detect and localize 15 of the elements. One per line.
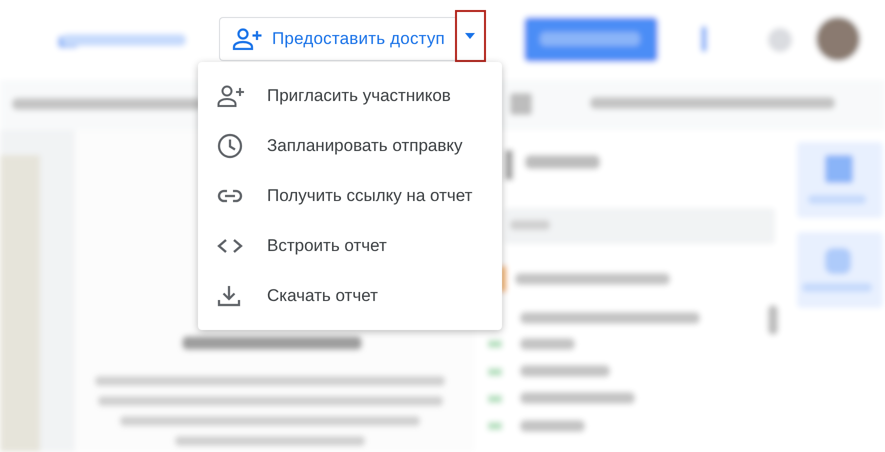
- person-add-icon: [217, 85, 245, 107]
- person-add-icon: [232, 28, 262, 50]
- share-label: Предоставить доступ: [272, 28, 445, 50]
- menu-item[interactable]: Запланировать отправку: [198, 121, 502, 171]
- clock-icon: [217, 133, 243, 159]
- link-icon: [217, 189, 243, 203]
- download-icon: [217, 285, 241, 307]
- code-icon: [217, 238, 243, 254]
- menu-item[interactable]: Пригласить участников: [198, 71, 502, 121]
- menu-item[interactable]: Получить ссылку на отчет: [198, 171, 502, 221]
- dropdown-button[interactable]: [454, 10, 486, 62]
- menu-item[interactable]: Встроить отчет: [198, 221, 502, 271]
- menu-item[interactable]: Скачать отчет: [198, 271, 502, 321]
- caret-icon: [465, 33, 476, 39]
- share-button[interactable]: Предоставить доступ: [219, 17, 455, 61]
